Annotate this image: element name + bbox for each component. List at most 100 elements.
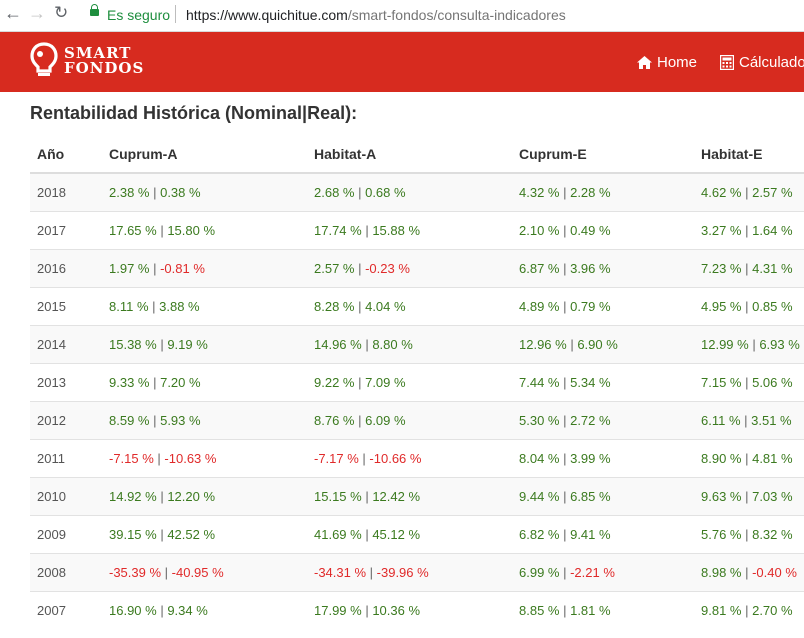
real-value: 3.51 % xyxy=(751,413,792,428)
cell-return: 14.92 % | 12.20 % xyxy=(102,477,307,516)
nominal-value: -7.15 % xyxy=(109,451,154,466)
nominal-value: 9.63 % xyxy=(701,489,742,504)
table-body: 2018 2.38 % | 0.38 % 2.68 % | 0.68 % 4.32 %… xyxy=(30,172,804,629)
real-value: 8.80 % xyxy=(372,337,413,352)
real-value: 9.19 % xyxy=(167,337,208,352)
header-habitat-e: Habitat-E xyxy=(694,136,804,174)
value-separator: | xyxy=(741,375,753,390)
table-row: 2007 16.90 % | 9.34 % 17.99 % | 10.36 % 8.8… xyxy=(30,591,804,629)
nominal-value: 6.99 % xyxy=(519,565,560,580)
value-separator: | xyxy=(741,451,753,466)
cell-return: 6.87 % | 3.96 % xyxy=(512,249,694,288)
value-separator: | xyxy=(366,565,377,580)
value-separator: | xyxy=(559,489,571,504)
nominal-value: 15.15 % xyxy=(314,489,362,504)
real-value: 15.80 % xyxy=(167,223,216,238)
nominal-value: -34.31 % xyxy=(314,565,367,580)
value-separator: | xyxy=(354,261,366,276)
value-separator: | xyxy=(358,451,370,466)
value-separator: | xyxy=(156,223,168,238)
value-separator: | xyxy=(559,185,571,200)
forward-arrow-icon[interactable]: → xyxy=(28,3,46,24)
real-value: 3.96 % xyxy=(570,261,611,276)
cell-year: 2007 xyxy=(30,591,102,629)
real-value: 4.04 % xyxy=(365,299,406,314)
value-separator: | xyxy=(361,603,373,618)
real-value: 3.88 % xyxy=(159,299,200,314)
value-separator: | xyxy=(354,375,366,390)
cell-return: 9.22 % | 7.09 % xyxy=(307,363,512,402)
table-row: 2018 2.38 % | 0.38 % 2.68 % | 0.68 % 4.32 %… xyxy=(30,172,804,212)
cell-return: 17.74 % | 15.88 % xyxy=(307,211,512,250)
value-separator: | xyxy=(559,451,571,466)
real-value: 7.03 % xyxy=(752,489,793,504)
real-value: 2.57 % xyxy=(752,185,793,200)
real-value: 0.38 % xyxy=(160,185,201,200)
real-value: -10.63 % xyxy=(164,451,217,466)
real-value: 4.81 % xyxy=(752,451,793,466)
value-separator: | xyxy=(161,565,172,580)
value-separator: | xyxy=(354,299,366,314)
real-value: 45.12 % xyxy=(372,527,421,542)
value-separator: | xyxy=(354,413,366,428)
value-separator: | xyxy=(741,565,753,580)
value-separator: | xyxy=(559,299,571,314)
reload-icon[interactable]: ↻ xyxy=(54,3,68,23)
cell-return: 4.32 % | 2.28 % xyxy=(512,172,694,212)
nominal-value: 9.22 % xyxy=(314,375,355,390)
real-value: 6.85 % xyxy=(570,489,611,504)
cell-return: 2.57 % | -0.23 % xyxy=(307,249,512,288)
value-separator: | xyxy=(748,337,760,352)
cell-year: 2013 xyxy=(30,363,102,402)
nominal-value: 7.44 % xyxy=(519,375,560,390)
cell-year: 2011 xyxy=(30,439,102,478)
value-separator: | xyxy=(559,527,571,542)
value-separator: | xyxy=(559,565,571,580)
cell-return: 6.82 % | 9.41 % xyxy=(512,515,694,554)
table-row: 2011 -7.15 % | -10.63 % -7.17 % | -10.66 %… xyxy=(30,439,804,478)
cell-return: 7.15 % | 5.06 % xyxy=(694,363,804,402)
address-separator xyxy=(175,5,176,23)
back-arrow-icon[interactable]: ← xyxy=(4,3,22,24)
value-separator: | xyxy=(741,489,753,504)
cell-return: -35.39 % | -40.95 % xyxy=(102,553,307,592)
header-habitat-a: Habitat-A xyxy=(307,136,512,174)
url-field[interactable]: https://www.quichitue.com/smart-fondos/c… xyxy=(186,7,566,23)
cell-year: 2012 xyxy=(30,401,102,440)
value-separator: | xyxy=(149,185,161,200)
brand-logo-text[interactable]: SMART FONDOS xyxy=(64,46,144,76)
value-separator: | xyxy=(740,413,752,428)
cell-return: 9.81 % | 2.70 % xyxy=(694,591,804,629)
value-separator: | xyxy=(149,413,161,428)
nav-calculator-link[interactable]: Cálculadora xyxy=(720,54,804,71)
value-separator: | xyxy=(149,375,161,390)
nominal-value: 3.27 % xyxy=(701,223,742,238)
value-separator: | xyxy=(741,185,753,200)
lightbulb-logo-icon[interactable] xyxy=(30,42,58,80)
value-separator: | xyxy=(559,261,571,276)
real-value: 12.20 % xyxy=(167,489,216,504)
nominal-value: 8.04 % xyxy=(519,451,560,466)
cell-return: 4.89 % | 0.79 % xyxy=(512,287,694,326)
value-separator: | xyxy=(148,299,160,314)
nominal-value: 8.76 % xyxy=(314,413,355,428)
cell-year: 2009 xyxy=(30,515,102,554)
nav-home-link[interactable]: Home xyxy=(637,54,697,71)
cell-year: 2014 xyxy=(30,325,102,364)
nav-calculator-label: Cálculadora xyxy=(739,54,804,71)
real-value: 15.88 % xyxy=(372,223,421,238)
value-separator: | xyxy=(559,603,571,618)
nominal-value: 17.65 % xyxy=(109,223,157,238)
value-separator: | xyxy=(156,489,168,504)
real-value: 2.72 % xyxy=(570,413,611,428)
cell-return: 8.28 % | 4.04 % xyxy=(307,287,512,326)
cell-return: 6.99 % | -2.21 % xyxy=(512,553,694,592)
real-value: 9.34 % xyxy=(167,603,208,618)
cell-return: 1.97 % | -0.81 % xyxy=(102,249,307,288)
nominal-value: 7.15 % xyxy=(701,375,742,390)
cell-return: 9.44 % | 6.85 % xyxy=(512,477,694,516)
nominal-value: 2.10 % xyxy=(519,223,560,238)
nominal-value: 7.23 % xyxy=(701,261,742,276)
cell-return: 2.38 % | 0.38 % xyxy=(102,172,307,212)
header-cuprum-e: Cuprum-E xyxy=(512,136,694,174)
